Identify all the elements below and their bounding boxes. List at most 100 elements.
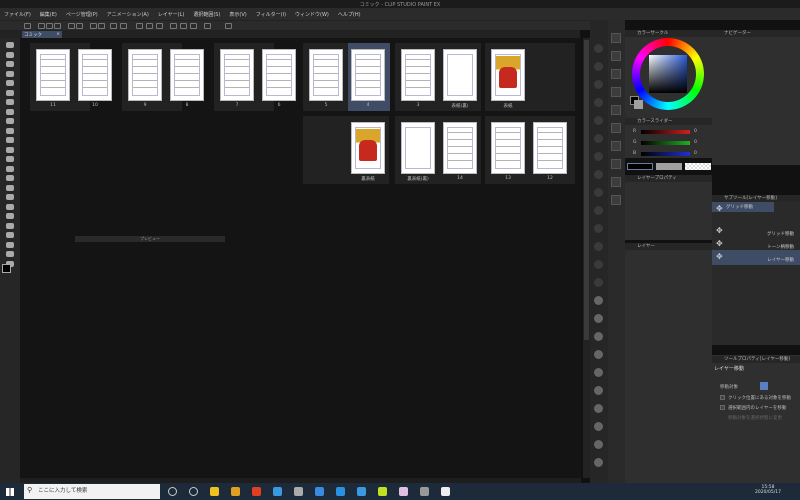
tool-icon[interactable]	[6, 137, 14, 143]
material-icon[interactable]	[594, 116, 603, 125]
taskbar-app-icon[interactable]	[252, 487, 261, 496]
tool-icon[interactable]	[6, 80, 14, 86]
tool-icon[interactable]	[6, 146, 14, 153]
material-icon[interactable]	[594, 44, 603, 53]
command-icon[interactable]	[90, 23, 97, 29]
tool-icon[interactable]	[6, 70, 14, 77]
menu-item[interactable]: フィルター(I)	[256, 11, 286, 18]
panel-icon[interactable]	[611, 51, 621, 61]
page-thumbnail[interactable]	[78, 49, 112, 101]
windows-start-icon[interactable]	[6, 488, 14, 496]
panel-icon[interactable]	[611, 105, 621, 115]
menu-item[interactable]: ウィンドウ(W)	[295, 11, 329, 18]
main-color-box[interactable]	[627, 163, 653, 170]
saturation-value-square[interactable]	[649, 55, 687, 93]
material-icon[interactable]	[594, 260, 603, 269]
tool-icon[interactable]	[6, 203, 14, 210]
page-thumbnail[interactable]	[401, 122, 435, 174]
tool-icon[interactable]	[6, 118, 14, 124]
material-icon[interactable]	[594, 188, 603, 197]
subtool-item[interactable]: ✥ グリッド移動	[712, 202, 774, 213]
page-thumbnail[interactable]	[309, 49, 343, 101]
tool-icon[interactable]	[6, 156, 14, 162]
tool-icon[interactable]	[6, 42, 14, 48]
taskbar-app-icon[interactable]	[420, 487, 429, 496]
tool-icon[interactable]	[6, 175, 14, 181]
tool-icon[interactable]	[6, 184, 14, 191]
material-icon[interactable]	[594, 242, 603, 251]
material-icon[interactable]	[594, 134, 603, 143]
material-icon[interactable]	[594, 350, 603, 359]
menu-item[interactable]: 表示(V)	[229, 11, 246, 18]
subtool-item[interactable]: ✥ レイヤー移動	[712, 250, 800, 265]
material-icon[interactable]	[594, 332, 603, 341]
page-thumbnail[interactable]	[351, 49, 385, 101]
menu-item[interactable]: レイヤー(L)	[158, 11, 185, 18]
taskbar-app-icon[interactable]	[399, 487, 408, 496]
taskbar-app-icon[interactable]	[231, 487, 240, 496]
panel-icon[interactable]	[611, 87, 621, 97]
taskbar-search[interactable]: ここに入力して検索	[24, 484, 160, 499]
command-icon[interactable]	[76, 23, 83, 29]
taskbar-app-icon[interactable]	[336, 487, 345, 496]
menu-item[interactable]: ページ管理(P)	[66, 11, 98, 18]
material-icon[interactable]	[594, 98, 603, 107]
taskbar-app-icon[interactable]	[294, 487, 303, 496]
material-icon[interactable]	[594, 62, 603, 71]
panel-icon[interactable]	[611, 123, 621, 133]
panel-icon[interactable]	[611, 177, 621, 187]
taskbar-app-icon[interactable]	[189, 487, 198, 496]
close-icon[interactable]: ×	[56, 32, 60, 37]
tool-icon[interactable]	[6, 232, 14, 238]
tool-icon[interactable]	[6, 194, 14, 200]
material-icon[interactable]	[594, 458, 603, 467]
command-icon[interactable]	[68, 23, 75, 29]
tool-icon[interactable]	[6, 61, 14, 67]
tool-icon[interactable]	[6, 89, 14, 96]
tab-comic[interactable]: コミック ×	[22, 31, 62, 38]
tool-icon[interactable]	[6, 222, 14, 229]
material-icon[interactable]	[594, 278, 603, 287]
material-icon[interactable]	[594, 206, 603, 215]
command-icon[interactable]	[204, 23, 211, 29]
panel-icon[interactable]	[611, 69, 621, 79]
panel-icon[interactable]	[611, 141, 621, 151]
menu-item[interactable]: 選択範囲(S)	[193, 11, 220, 18]
command-icon[interactable]	[180, 23, 187, 29]
sub-color-box[interactable]	[656, 163, 682, 170]
sub-color-swatch[interactable]	[634, 100, 643, 109]
channel-slider[interactable]	[641, 141, 690, 145]
panel-icon[interactable]	[611, 195, 621, 205]
menu-item[interactable]: ファイル(F)	[4, 11, 31, 18]
material-icon[interactable]	[594, 404, 603, 413]
command-icon[interactable]	[24, 23, 31, 29]
material-icon[interactable]	[594, 314, 603, 323]
command-icon[interactable]	[190, 23, 197, 29]
command-icon[interactable]	[98, 23, 105, 29]
transparent-color-box[interactable]	[685, 163, 711, 170]
command-icon[interactable]	[38, 23, 45, 29]
opt1-checkbox[interactable]	[720, 395, 725, 400]
material-icon[interactable]	[594, 80, 603, 89]
command-icon[interactable]	[46, 23, 53, 29]
page-thumbnail[interactable]	[533, 122, 567, 174]
material-icon[interactable]	[594, 368, 603, 377]
taskbar-app-icon[interactable]	[357, 487, 366, 496]
page-thumbnail[interactable]	[351, 122, 385, 174]
tool-icon[interactable]	[6, 127, 14, 134]
panel-icon[interactable]	[611, 159, 621, 169]
material-icon[interactable]	[594, 440, 603, 449]
tool-icon[interactable]	[6, 241, 14, 248]
material-icon[interactable]	[594, 152, 603, 161]
page-thumbnail[interactable]	[443, 122, 477, 174]
page-thumbnail[interactable]	[443, 49, 477, 101]
material-icon[interactable]	[594, 224, 603, 233]
command-icon[interactable]	[110, 23, 117, 29]
command-icon[interactable]	[156, 23, 163, 29]
page-thumbnail[interactable]	[128, 49, 162, 101]
opt2-checkbox[interactable]	[720, 405, 725, 410]
page-thumbnail[interactable]	[220, 49, 254, 101]
command-icon[interactable]	[54, 23, 61, 29]
page-thumbnail[interactable]	[36, 49, 70, 101]
command-icon[interactable]	[146, 23, 153, 29]
